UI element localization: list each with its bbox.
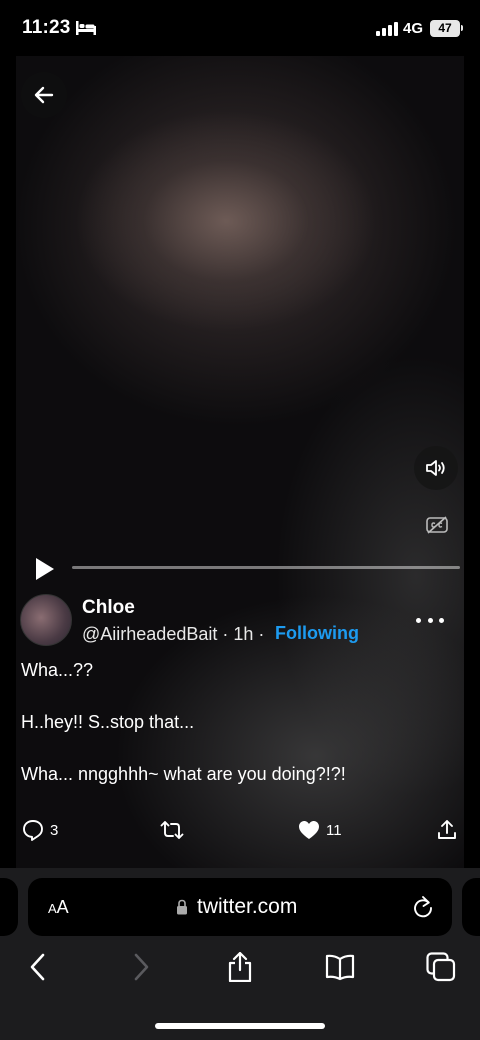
back-button[interactable] [21,72,67,118]
like-button[interactable]: 11 [298,818,342,842]
reply-icon [23,820,43,841]
browser-toolbar: AA twitter.com [0,868,480,1040]
dot-icon [427,617,433,623]
captions-off-icon[interactable] [426,516,448,534]
volume-button[interactable] [414,446,458,490]
tweet-text-line: Wha...?? [21,660,94,680]
video-progress-bar[interactable] [72,566,460,569]
battery-tip [461,25,463,31]
dot-icon [439,617,444,623]
bookmarks-icon[interactable] [325,952,355,982]
avatar[interactable] [20,594,72,646]
next-tab-preview[interactable] [462,878,480,936]
battery-icon: 47 [430,20,460,37]
url-text[interactable]: twitter.com [197,895,297,919]
tweet-text-line: H..hey!! S..stop that... [21,712,195,732]
text-size-button[interactable]: AA [48,897,69,918]
lock-icon [177,899,187,915]
chevron-right-icon[interactable] [126,952,156,982]
sleep-focus-icon [76,21,96,35]
reload-icon[interactable] [412,895,434,919]
dot-icon [416,617,421,623]
network-type: 4G [403,20,424,37]
status-time: 11:23 [22,17,71,38]
play-icon[interactable] [32,556,56,582]
share-icon [438,820,456,839]
reply-count: 3 [50,821,59,839]
chevron-left-icon[interactable] [24,952,54,982]
tabs-icon[interactable] [426,952,456,982]
video-player[interactable]: Chloe @AiirheadedBait · 1h · Following W… [16,56,464,868]
user-handle[interactable]: @AiirheadedBait · 1h · [82,624,264,645]
home-indicator[interactable] [155,1023,325,1029]
previous-tab-preview[interactable] [0,878,18,936]
address-bar[interactable]: AA twitter.com [28,878,452,936]
tweet-text-line: Wha... nngghhh~ what are you doing?!?! [21,764,346,784]
speaker-icon [426,460,445,476]
display-name[interactable]: Chloe [82,597,135,619]
like-count: 11 [326,821,342,839]
cellular-signal-icon [376,22,398,36]
heart-icon [299,821,319,839]
retweet-icon [160,821,184,839]
more-options-button[interactable] [416,610,444,630]
arrow-left-icon [34,86,54,104]
status-bar: 11:23 4G 47 [0,0,480,56]
following-button[interactable]: Following [275,623,359,644]
share-icon[interactable] [225,952,255,982]
reply-button[interactable]: 3 [22,818,58,842]
battery-level: 47 [438,21,452,35]
share-tweet-button[interactable] [436,818,458,842]
retweet-button[interactable] [160,818,184,842]
